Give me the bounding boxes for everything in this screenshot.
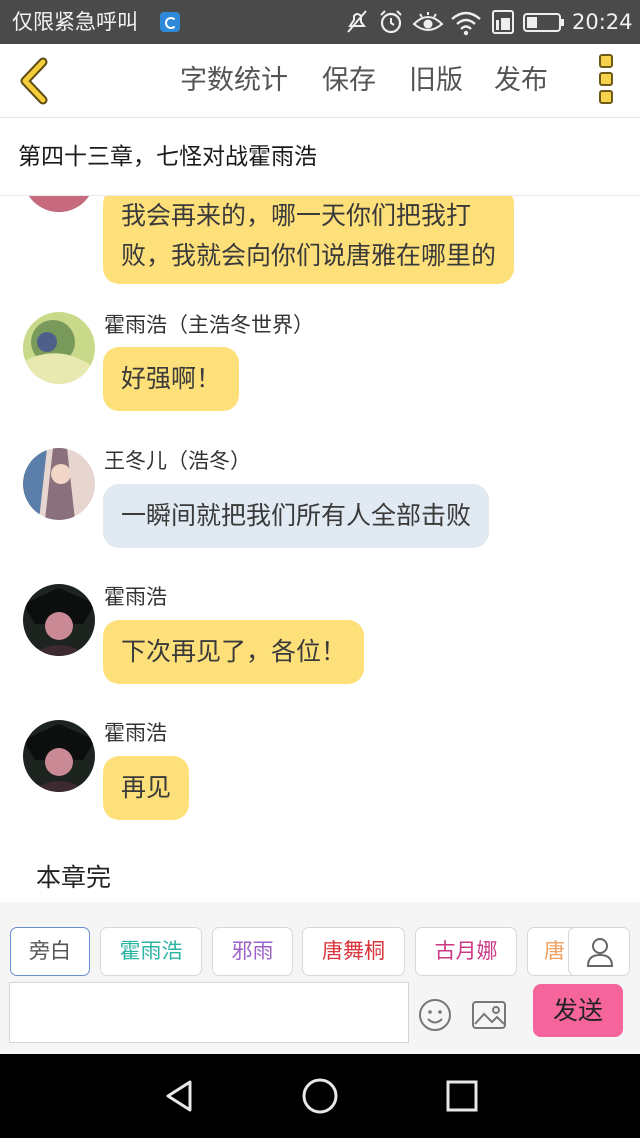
composer-panel: 旁白 霍雨浩 邪雨 唐舞桐 古月娜 唐 发送 (0, 902, 640, 1054)
chevron-left-icon (20, 57, 48, 105)
message-text: 我会再来的，哪一天你们把我打 (121, 201, 472, 230)
message-bubble[interactable]: 再见 (103, 756, 190, 820)
avatar[interactable] (23, 720, 95, 792)
emoji-button[interactable] (418, 998, 452, 1032)
sender-name: 王冬儿（浩冬） (104, 449, 251, 473)
more-vertical-icon[interactable] (594, 54, 618, 108)
message-input[interactable] (9, 982, 409, 1043)
back-triangle-icon[interactable] (160, 1076, 200, 1116)
status-bar: 仅限紧急呼叫 20:24 (0, 0, 640, 44)
word-count-button[interactable]: 字数统计 (180, 62, 288, 100)
eye-icon (412, 12, 444, 31)
character-chip[interactable]: 唐舞桐 (302, 927, 405, 976)
character-chip[interactable]: 邪雨 (212, 927, 293, 976)
message-bubble[interactable]: 下次再见了，各位！ (103, 620, 365, 684)
message-bubble[interactable]: 一瞬间就把我们所有人全部击败 (103, 484, 490, 548)
save-button[interactable]: 保存 (322, 62, 376, 100)
recents-square-icon[interactable] (442, 1076, 482, 1116)
character-chip-narrator[interactable]: 旁白 (10, 927, 90, 976)
mute-icon (347, 10, 367, 33)
chapter-title: 第四十三章，七怪对战霍雨浩 (18, 144, 317, 170)
message-text: 下次再见了，各位！ (121, 637, 347, 666)
top-toolbar: 字数统计 保存 旧版 发布 (0, 44, 640, 118)
image-button[interactable] (470, 998, 508, 1032)
send-button[interactable]: 发送 (533, 984, 623, 1037)
chapter-end-note: 本章完 (36, 863, 112, 892)
message-bubble[interactable]: 我会再来的，哪一天你们把我打 败，我就会向你们说唐雅在哪里的 (103, 196, 515, 284)
character-chip[interactable]: 霍雨浩 (100, 927, 202, 976)
image-icon (472, 1001, 506, 1029)
message-text: 好强啊！ (121, 364, 222, 393)
person-icon (586, 938, 614, 967)
sim-icon (492, 10, 514, 34)
profile-button[interactable] (568, 927, 630, 976)
back-button[interactable] (14, 56, 58, 106)
carrier-text: 仅限紧急呼叫 (12, 10, 138, 34)
sender-name: 霍雨浩 (104, 721, 167, 745)
message-bubble[interactable]: 好强啊！ (103, 347, 240, 411)
app-notification-icon (160, 12, 180, 32)
message-text: 败，我就会向你们说唐雅在哪里的 (121, 241, 497, 270)
wifi-icon (451, 11, 481, 36)
message-text: 一瞬间就把我们所有人全部击败 (121, 501, 472, 530)
clock: 20:24 (572, 10, 633, 34)
avatar[interactable] (23, 312, 95, 384)
chat-area[interactable]: 我会再来的，哪一天你们把我打 败，我就会向你们说唐雅在哪里的 霍雨浩（主浩冬世界… (0, 196, 640, 902)
publish-button[interactable]: 发布 (494, 62, 548, 100)
character-chip[interactable]: 古月娜 (415, 927, 517, 976)
old-version-button[interactable]: 旧版 (409, 62, 463, 100)
sender-name: 霍雨浩 (104, 585, 167, 609)
navigation-bar (0, 1054, 640, 1138)
home-circle-icon[interactable] (300, 1076, 340, 1116)
avatar[interactable] (23, 196, 95, 212)
smiley-icon (419, 999, 451, 1031)
sender-name: 霍雨浩（主浩冬世界） (104, 313, 314, 337)
avatar[interactable] (23, 584, 95, 656)
message-text: 再见 (121, 773, 172, 802)
battery-icon (523, 13, 564, 32)
chapter-header: 第四十三章，七怪对战霍雨浩 (0, 118, 640, 196)
alarm-icon (380, 10, 402, 34)
avatar[interactable] (23, 448, 95, 520)
